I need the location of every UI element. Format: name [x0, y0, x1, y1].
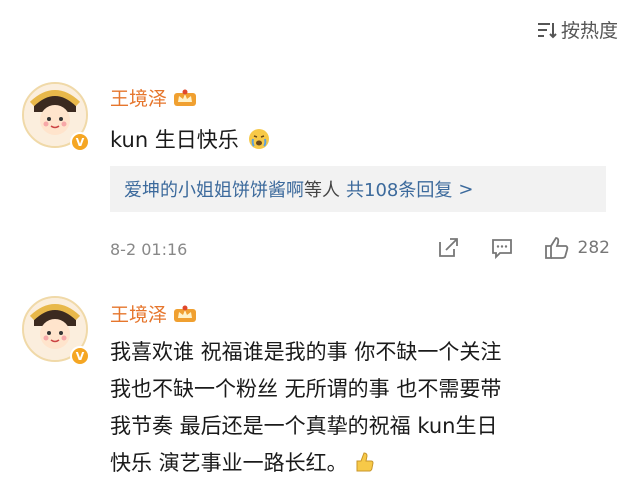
comment-line-last: 快乐 演艺事业一路长红。 [110, 445, 620, 482]
chevron-right-icon: > [458, 178, 474, 200]
username[interactable]: 王境泽 [110, 300, 197, 327]
reply-count[interactable]: 共108条回复 [346, 176, 452, 202]
reply-suffix: 等人 [304, 180, 340, 201]
comment-text: kun 生日快乐 [110, 124, 270, 154]
comment-text: 我喜欢谁 祝福谁是我的事 你不缺一个关注 我也不缺一个粉丝 无所谓的事 也不需要… [110, 334, 620, 482]
thumbs-up-emoji-icon [356, 452, 374, 472]
sort-label: 按热度 [560, 20, 618, 42]
comment-line: 我节奏 最后还是一个真挚的祝福 kun生日 [110, 414, 498, 438]
reply-summary[interactable]: 爱坤的小姐姐饼饼酱啊 等人 共108条回复 > [110, 166, 606, 212]
share-icon [438, 238, 458, 257]
reply-names[interactable]: 爱坤的小姐姐饼饼酱啊 [124, 176, 304, 202]
share-button[interactable] [436, 236, 460, 260]
like-count: 282 [577, 238, 610, 258]
crying-face-emoji-icon [248, 129, 269, 149]
username-text: 王境泽 [110, 304, 168, 326]
crown-badge-icon [174, 305, 197, 322]
verified-badge-icon: V [70, 132, 90, 152]
comment-line: 我喜欢谁 祝福谁是我的事 你不缺一个关注 [110, 340, 502, 364]
like-button[interactable]: 282 [544, 236, 610, 260]
sort-icon [537, 22, 557, 38]
sort-by-hot-button[interactable]: 按热度 [537, 16, 618, 43]
comment-time: 8-2 01:16 [110, 240, 188, 259]
comment-button[interactable] [490, 236, 514, 260]
thumbs-up-icon [544, 237, 568, 259]
username[interactable]: 王境泽 [110, 84, 197, 111]
crown-badge-icon [174, 89, 197, 106]
comment-actions: 282 [436, 236, 610, 260]
comment-icon [491, 239, 512, 260]
comment-line: 我也不缺一个粉丝 无所谓的事 也不需要带 [110, 377, 502, 401]
verified-badge-icon: V [70, 346, 90, 366]
username-text: 王境泽 [110, 88, 168, 110]
